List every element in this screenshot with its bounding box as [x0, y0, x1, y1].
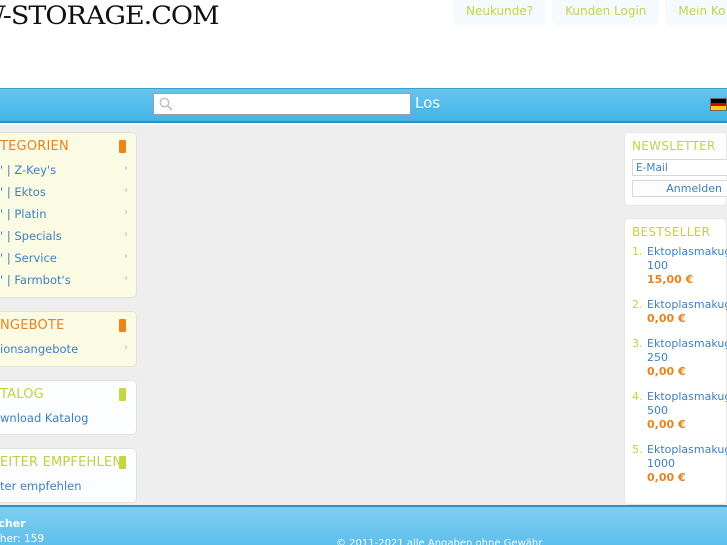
bestseller-product-price: 0,00 €: [647, 418, 686, 431]
sidebar-item-aktionsangebote[interactable]: ionsangebote ›: [0, 338, 136, 360]
list-item[interactable]: 2. Ektoplasmakug 0,00 €: [632, 298, 727, 337]
sidebar-item-farmbots[interactable]: ' | Farmbot's ›: [0, 269, 136, 291]
bestseller-product-qty: 250: [647, 351, 668, 364]
sidebar-item-label: ' | Z-Key's: [0, 163, 57, 177]
site-header: W-STORAGE.COM Neukunde? Kunden Login Mei…: [0, 0, 727, 88]
chevron-right-icon: ›: [124, 273, 128, 284]
german-flag-icon[interactable]: [710, 98, 727, 111]
search-input[interactable]: [174, 95, 410, 113]
newsletter-submit-button[interactable]: Anmelden: [632, 180, 727, 197]
bestseller-product-qty: 1000: [647, 457, 675, 470]
category-list: ' | Z-Key's › ' | Ektos › ' | Platin › '…: [0, 159, 136, 297]
sidebar-item-platin[interactable]: ' | Platin ›: [0, 203, 136, 225]
sidebar-box-angebote: NGEBOTE ionsangebote ›: [0, 311, 137, 367]
heading-marker-icon: [119, 456, 126, 469]
bestseller-product-price: 0,00 €: [647, 312, 686, 325]
chevron-right-icon: ›: [124, 251, 128, 262]
bestseller-rank: 2.: [632, 298, 643, 311]
sidebar-box-kategorien: TEGORIEN ' | Z-Key's › ' | Ektos › ' | P…: [0, 132, 137, 298]
bestseller-rank: 1.: [632, 245, 643, 258]
newsletter-box: NEWSLETTER Anmelden: [624, 132, 727, 206]
top-navigation: Neukunde? Kunden Login Mein Ko: [453, 0, 727, 25]
sidebar-item-label: ' | Platin: [0, 207, 47, 221]
chevron-right-icon: ›: [124, 163, 128, 174]
sidebar-item-service[interactable]: ' | Service ›: [0, 247, 136, 269]
copyright-text: © 2011-2021 alle Angaben ohne Gewähr: [336, 538, 543, 545]
heading-marker-icon: [119, 140, 126, 153]
bestseller-heading: BESTSELLER: [632, 225, 711, 239]
search-bar: Los: [0, 88, 727, 123]
sidebar-item-label: ' | Farmbot's: [0, 273, 71, 287]
bestseller-list: 1. Ektoplasmakug 100 15,00 € 2. Ektoplas…: [632, 245, 727, 496]
sidebar-item-label: ionsangebote: [0, 342, 79, 356]
bestseller-product-price: 0,00 €: [647, 365, 686, 378]
nav-tab-mein-konto[interactable]: Mein Ko: [665, 0, 727, 25]
list-item[interactable]: 5. Ektoplasmakug 1000 0,00 €: [632, 443, 727, 496]
bestseller-product-qty: 500: [647, 404, 668, 417]
site-logo[interactable]: W-STORAGE.COM: [0, 2, 220, 31]
sidebar-heading-weiter-empfehlen: EITER EMPFEHLEN: [0, 449, 136, 475]
chevron-right-icon: ›: [124, 229, 128, 240]
chevron-right-icon: ›: [124, 207, 128, 218]
chevron-right-icon: ›: [124, 185, 128, 196]
sidebar-heading-katalog: TALOG: [0, 381, 136, 407]
sidebar-item-specials[interactable]: ' | Specials ›: [0, 225, 136, 247]
list-item[interactable]: 4. Ektoplasmakug 500 0,00 €: [632, 390, 727, 443]
bestseller-product-price: 0,00 €: [647, 471, 686, 484]
bestseller-box: BESTSELLER 1. Ektoplasmakug 100 15,00 € …: [624, 218, 727, 505]
newsletter-email-input[interactable]: [632, 159, 727, 176]
sidebar-item-ektos[interactable]: ' | Ektos ›: [0, 181, 136, 203]
bestseller-product-name[interactable]: Ektoplasmakug: [647, 245, 727, 259]
sidebar-box-katalog: TALOG wnload Katalog: [0, 380, 137, 435]
list-item[interactable]: 3. Ektoplasmakug 250 0,00 €: [632, 337, 727, 390]
right-sidebar: NEWSLETTER Anmelden BESTSELLER 1. Ektopl…: [624, 132, 727, 517]
sidebar-heading-angebote: NGEBOTE: [0, 312, 136, 338]
sidebar-item-download-katalog[interactable]: wnload Katalog: [0, 407, 136, 434]
sidebar-item-label: ' | Service: [0, 251, 57, 265]
bestseller-product-name[interactable]: Ektoplasmakug: [647, 443, 727, 457]
sidebar-heading-kategorien: TEGORIEN: [0, 133, 136, 159]
bestseller-product-name[interactable]: Ektoplasmakug: [647, 298, 727, 312]
bestseller-product-price: 15,00 €: [647, 273, 694, 286]
bestseller-product-qty: 100: [647, 259, 668, 272]
heading-marker-icon: [119, 319, 126, 332]
left-sidebar: TEGORIEN ' | Z-Key's › ' | Ektos › ' | P…: [0, 132, 137, 516]
search-input-wrapper[interactable]: [153, 93, 411, 115]
visitor-counter-value: sucher: 159: [0, 533, 45, 545]
newsletter-heading: NEWSLETTER: [632, 139, 716, 153]
sidebar-item-z-keys[interactable]: ' | Z-Key's ›: [0, 159, 136, 181]
bestseller-product-name[interactable]: Ektoplasmakug: [647, 337, 727, 351]
search-submit-button[interactable]: Los: [415, 94, 440, 112]
bestseller-rank: 5.: [632, 443, 643, 456]
bestseller-rank: 4.: [632, 390, 643, 403]
visitor-counter-title: sucher: [0, 517, 26, 530]
nav-tab-kunden-login[interactable]: Kunden Login: [552, 0, 660, 25]
search-icon: [159, 97, 173, 111]
chevron-right-icon: ›: [124, 342, 128, 353]
offers-list: ionsangebote ›: [0, 338, 136, 366]
bestseller-product-name[interactable]: Ektoplasmakug: [647, 390, 727, 404]
sidebar-item-label: ' | Ektos: [0, 185, 46, 199]
sidebar-box-weiter-empfehlen: EITER EMPFEHLEN ter empfehlen: [0, 448, 137, 503]
heading-marker-icon: [119, 388, 126, 401]
sidebar-item-label: ' | Specials: [0, 229, 62, 243]
nav-tab-neukunde[interactable]: Neukunde?: [453, 0, 547, 25]
sidebar-item-weiter-empfehlen[interactable]: ter empfehlen: [0, 475, 136, 502]
bestseller-rank: 3.: [632, 337, 643, 350]
list-item[interactable]: 1. Ektoplasmakug 100 15,00 €: [632, 245, 727, 298]
page-root: W-STORAGE.COM Neukunde? Kunden Login Mei…: [0, 0, 727, 545]
